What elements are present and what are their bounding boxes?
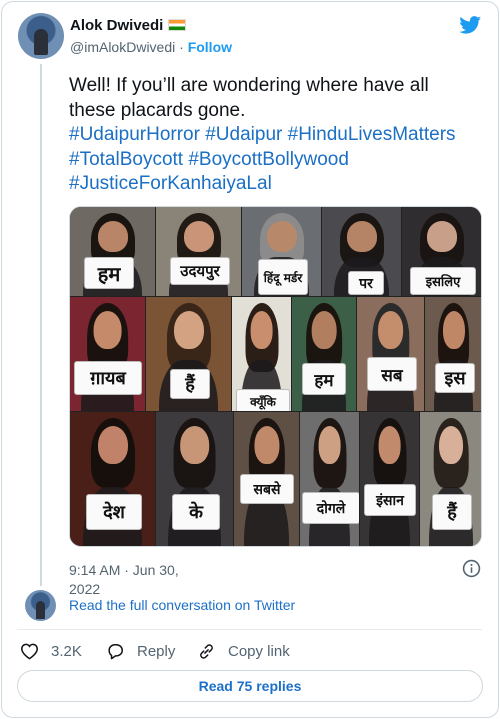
tweet-line: these placards gone. [69,99,246,121]
placard: हम [302,363,346,395]
collage-photo: क्यूँकि [232,297,291,411]
placard: उदयपुर [170,257,230,285]
twitter-bird-icon[interactable] [458,14,483,36]
placard: पर [348,271,384,295]
collage-photo: इस [425,297,481,411]
hashtag-link[interactable]: #JusticeForKanhaiyaLal [69,173,272,194]
person-face [97,426,128,464]
person-face [346,221,377,252]
collage-photo: हैं [420,412,481,546]
collage-photo: उदयपुर [156,207,241,296]
hashtag-link[interactable]: #TotalBoycott [69,149,183,170]
read-replies-button[interactable]: Read 75 replies [17,670,483,702]
placard: हिंदू मर्डर [258,259,308,295]
placard: देश [86,494,142,530]
copy-link-button[interactable]: Copy link [197,640,290,662]
collage-photo: इंसान [360,412,419,546]
heart-icon [21,643,38,660]
collage-photo: इसलिए [402,207,481,296]
conversation-avatar[interactable] [25,590,56,621]
person-face [266,221,297,252]
collage-photo: सबसे [234,412,299,546]
placard: सबसे [240,474,294,504]
hashtag-link[interactable]: #BoycottBollywood [188,149,349,170]
collage-photo: हैं [146,297,231,411]
person-face [183,221,214,252]
collage-photo: सब [357,297,424,411]
collage-photo: देश [70,412,155,546]
collage-photo: दोगले [300,412,359,546]
read-conversation-link[interactable]: Read the full conversation on Twitter [69,597,295,613]
placard: इंसान [364,484,416,516]
info-icon[interactable] [462,559,481,578]
separator: · [179,39,184,55]
like-button[interactable]: 3.2K [20,640,82,662]
hashtag-link[interactable]: #HinduLivesMatters [288,124,456,145]
placard: हैं [432,494,472,530]
hashtag-line: #UdaipurHorror #Udaipur #HinduLivesMatte… [69,123,489,148]
placard: हम [84,257,134,289]
person-face [427,221,457,252]
person-face [253,426,280,464]
person-face [93,311,122,349]
placard: दोगले [302,492,359,524]
hashtag-line: #TotalBoycott #BoycottBollywood [69,148,489,173]
author-avatar[interactable] [18,13,64,59]
hashtag-link[interactable]: #Udaipur [205,124,282,145]
collage-photo: ग़ायब [70,297,145,411]
placard: के [172,494,220,530]
collage-photo: हम [70,207,155,296]
author-name[interactable]: Alok Dwivedi [70,17,187,34]
collage-photo: हम [292,297,356,411]
tweet-line: Well! If you’ll are wondering where have… [69,75,429,96]
person-face [179,426,210,464]
person-face [173,311,204,349]
collage-photo: पर [322,207,401,296]
placard: क्यूँकि [236,389,290,411]
person-face [378,426,401,464]
person-face [439,426,463,464]
tweet-image[interactable]: हम उदयपुर हिंदू मर्डर पर इसलिए ग़ायब हैं क्यूँक… [69,206,482,547]
tweet-timestamp[interactable]: 9:14 AM · Jun 30, 2022 [69,561,209,599]
hashtag-line: #JusticeForKanhaiyaLal [69,172,489,197]
person-face [311,311,337,349]
follow-button[interactable]: Follow [188,39,232,55]
divider [17,629,482,630]
link-icon [200,643,213,659]
person-face [250,311,273,349]
placard: ग़ायब [74,361,142,395]
placard-collage: हम उदयपुर हिंदू मर्डर पर इसलिए ग़ायब हैं क्यूँक… [70,207,481,546]
author-name-text[interactable]: Alok Dwivedi [70,17,163,34]
placard: हैं [170,369,210,399]
person-face [442,311,465,349]
author-handle[interactable]: @imAlokDwivedi [70,39,175,55]
thread-line [40,64,42,586]
author-handle-row: @imAlokDwivedi · Follow [70,39,232,55]
reply-label: Reply [137,642,176,660]
placard: इस [435,363,475,393]
tweet-text: Well! If you’ll are wondering where have… [69,74,489,197]
collage-photo: हिंदू मर्डर [242,207,321,296]
person-face [97,221,128,252]
reply-button[interactable]: Reply [106,640,175,662]
person-face [377,311,404,349]
placard: इसलिए [410,267,476,295]
placard: सब [367,357,417,391]
india-flag-icon [168,19,187,31]
hashtag-link[interactable]: #UdaipurHorror [69,124,200,145]
collage-photo: के [156,412,233,546]
speech-bubble-icon [108,643,123,659]
like-count: 3.2K [51,642,82,660]
person-face [318,426,341,464]
copy-link-label: Copy link [228,642,290,660]
